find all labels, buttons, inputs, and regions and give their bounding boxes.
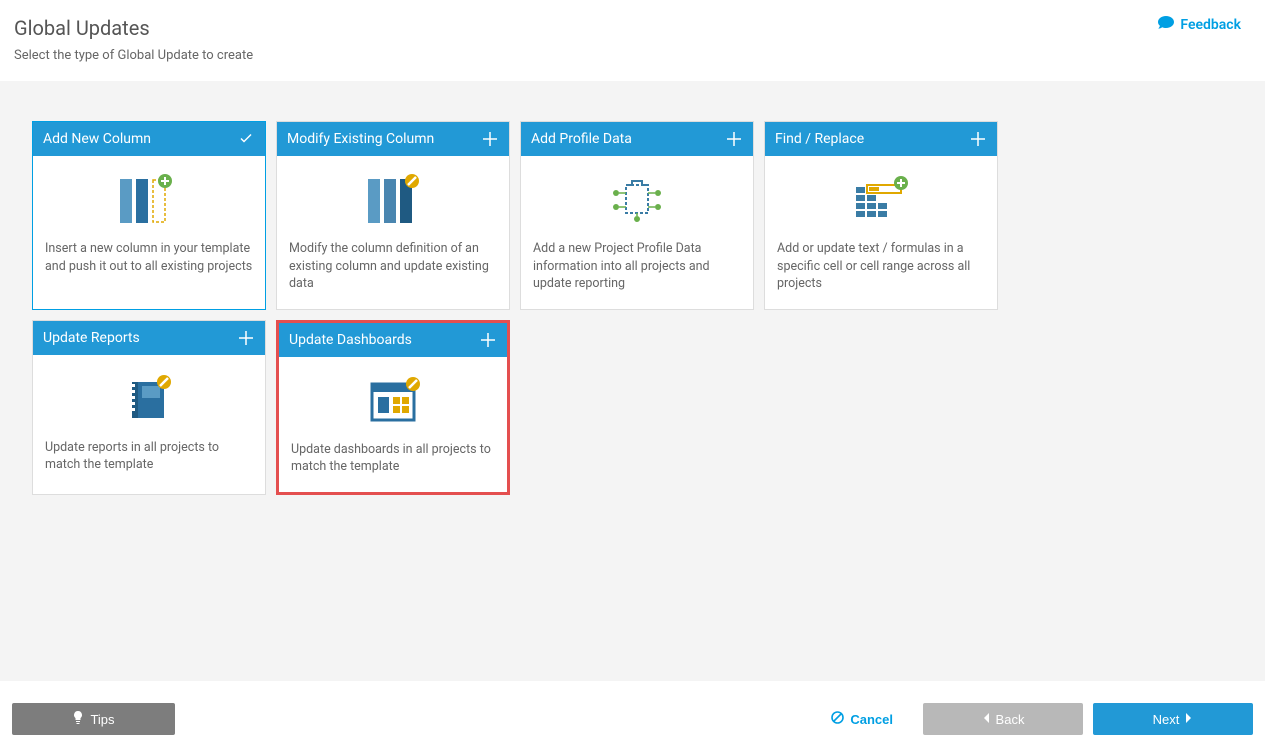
card-header: Add Profile Data bbox=[521, 122, 753, 156]
card-body: Add or update text / formulas in a speci… bbox=[765, 156, 997, 309]
back-label: Back bbox=[996, 712, 1025, 727]
back-button[interactable]: Back bbox=[923, 703, 1083, 735]
plus-icon bbox=[481, 130, 499, 148]
card-desc: Add or update text / formulas in a speci… bbox=[777, 240, 985, 293]
cancel-icon bbox=[831, 711, 844, 727]
add-column-icon bbox=[114, 168, 184, 232]
find-replace-icon bbox=[846, 168, 916, 232]
card-add-profile-data[interactable]: Add Profile Data bbox=[520, 121, 754, 310]
card-desc: Modify the column definition of an exist… bbox=[289, 240, 497, 293]
card-header: Update Reports bbox=[33, 321, 265, 355]
cancel-label: Cancel bbox=[850, 712, 893, 727]
card-add-new-column[interactable]: Add New Column Insert a new column in yo… bbox=[32, 121, 266, 310]
next-label: Next bbox=[1153, 712, 1180, 727]
card-modify-existing-column[interactable]: Modify Existing Column Modify the column… bbox=[276, 121, 510, 310]
card-grid: Add New Column Insert a new column in yo… bbox=[32, 121, 1233, 495]
card-header: Add New Column bbox=[33, 122, 265, 156]
card-body: Update dashboards in all projects to mat… bbox=[279, 357, 507, 492]
card-body: Insert a new column in your template and… bbox=[33, 156, 265, 309]
card-desc: Add a new Project Profile Data informati… bbox=[533, 240, 741, 293]
card-title: Find / Replace bbox=[775, 131, 864, 147]
card-desc: Insert a new column in your template and… bbox=[45, 240, 253, 275]
card-title: Add New Column bbox=[43, 131, 151, 147]
card-header: Modify Existing Column bbox=[277, 122, 509, 156]
card-title: Modify Existing Column bbox=[287, 131, 434, 147]
plus-icon bbox=[725, 130, 743, 148]
cancel-button[interactable]: Cancel bbox=[811, 703, 913, 735]
card-header: Update Dashboards bbox=[279, 323, 507, 357]
page-title: Global Updates bbox=[14, 16, 1251, 40]
lightbulb-icon bbox=[72, 711, 84, 728]
chevron-left-icon bbox=[982, 712, 990, 727]
tips-label: Tips bbox=[90, 712, 114, 727]
card-update-reports[interactable]: Update Reports Update reports i bbox=[32, 320, 266, 495]
modify-column-icon bbox=[358, 168, 428, 232]
card-update-dashboards[interactable]: Update Dashboards bbox=[276, 320, 510, 495]
check-icon bbox=[237, 130, 255, 148]
feedback-link[interactable]: Feedback bbox=[1158, 16, 1241, 34]
chevron-right-icon bbox=[1185, 712, 1193, 727]
profile-data-icon bbox=[602, 168, 672, 232]
next-button[interactable]: Next bbox=[1093, 703, 1253, 735]
plus-icon bbox=[479, 331, 497, 349]
card-desc: Update reports in all projects to match … bbox=[45, 439, 253, 474]
card-body: Modify the column definition of an exist… bbox=[277, 156, 509, 309]
card-find-replace[interactable]: Find / Replace bbox=[764, 121, 998, 310]
card-title: Update Dashboards bbox=[289, 332, 412, 348]
plus-icon bbox=[237, 329, 255, 347]
plus-icon bbox=[969, 130, 987, 148]
card-title: Add Profile Data bbox=[531, 131, 632, 147]
reports-icon bbox=[114, 367, 184, 431]
card-header: Find / Replace bbox=[765, 122, 997, 156]
card-body: Update reports in all projects to match … bbox=[33, 355, 265, 494]
card-body: Add a new Project Profile Data informati… bbox=[521, 156, 753, 309]
page-subtitle: Select the type of Global Update to crea… bbox=[14, 48, 1251, 63]
card-desc: Update dashboards in all projects to mat… bbox=[291, 441, 495, 476]
footer-bar: Tips Cancel Back Next bbox=[0, 691, 1265, 747]
dashboards-icon bbox=[358, 369, 428, 433]
feedback-label: Feedback bbox=[1180, 17, 1241, 33]
page-header: Global Updates Select the type of Global… bbox=[0, 0, 1265, 81]
content-area: Add New Column Insert a new column in yo… bbox=[0, 81, 1265, 681]
comment-icon bbox=[1158, 16, 1174, 34]
tips-button[interactable]: Tips bbox=[12, 703, 175, 735]
card-title: Update Reports bbox=[43, 330, 140, 346]
